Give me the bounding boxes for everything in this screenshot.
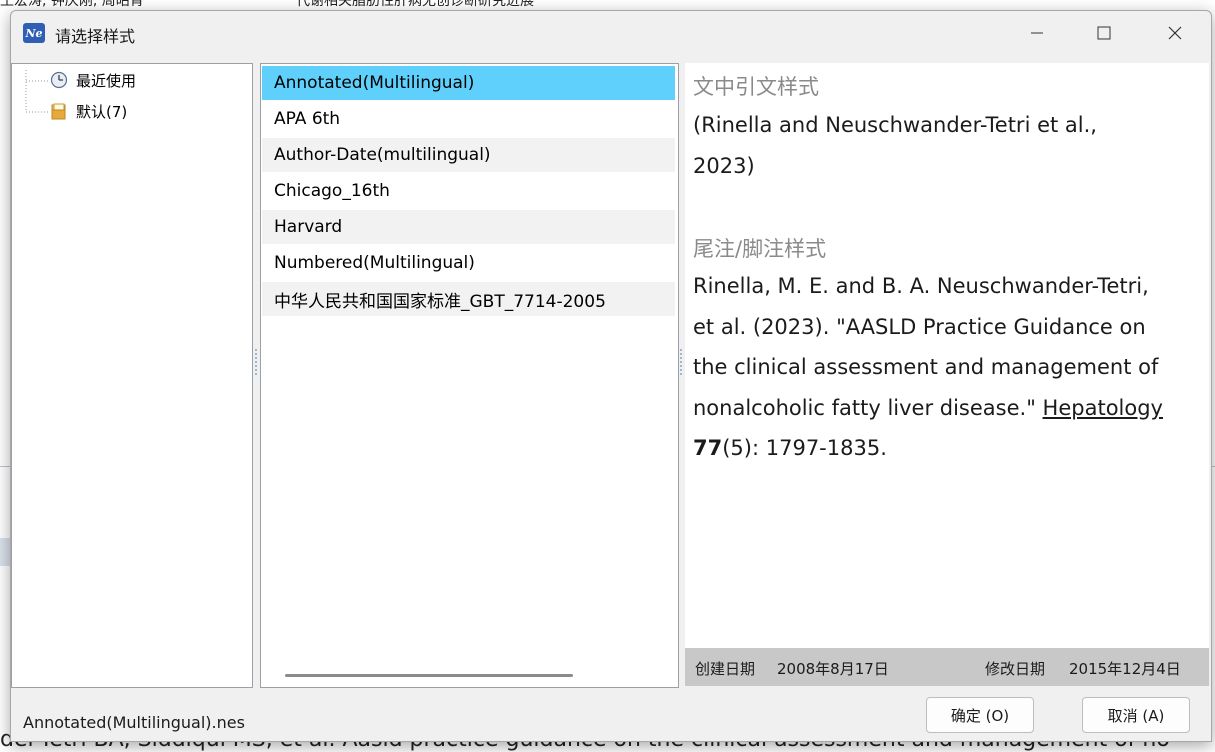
close-icon [1168, 26, 1182, 40]
list-item[interactable]: Author-Date(multilingual) [262, 138, 675, 172]
app-icon: Ne [23, 23, 45, 43]
tree-item-label: 默认(7) [76, 102, 128, 121]
created-date-value: 2008年8月17日 [777, 660, 889, 678]
citation-style-heading: 文中引文样式 [693, 75, 819, 99]
background-top-right-text: 代谢相关脂肪性肝病无创诊断研究进展 [296, 0, 534, 9]
splitter-right[interactable] [680, 349, 684, 375]
tree-connector-lines [25, 70, 50, 113]
list-item[interactable]: 中华人民共和国国家标准_GBT_7714-2005 [262, 282, 675, 316]
ok-button[interactable]: 确定 (O) [926, 697, 1034, 733]
style-category-tree[interactable]: 最近使用 默认(7) [11, 63, 253, 688]
citation-line: (Rinella and Neuschwander-Tetri et al., [693, 113, 1097, 137]
title-bar: Ne 请选择样式 [11, 11, 1211, 55]
reference-line: nonalcoholic fatty liver disease." Hepat… [693, 388, 1203, 429]
preview-date-bar: 创建日期 2008年8月17日 修改日期 2015年12月4日 [685, 648, 1209, 686]
list-item[interactable]: Numbered(Multilingual) [262, 246, 675, 280]
select-style-dialog: Ne 请选择样式 最近使用 默认(7) Annotated(Multilingu… [10, 10, 1212, 742]
list-item[interactable]: Annotated(Multilingual) [262, 66, 675, 100]
maximize-icon [1097, 26, 1111, 40]
background-top-left-text: 王宏涛, 钟庆刚, 周昭宵 [0, 0, 144, 9]
folder-icon [51, 103, 66, 120]
citation-line: 2023) [693, 153, 755, 178]
modified-date-label: 修改日期 [985, 660, 1046, 678]
list-item[interactable]: APA 6th [262, 102, 675, 136]
reference-text: (5): 1797-1835. [722, 436, 887, 460]
list-item[interactable]: Harvard [262, 210, 675, 244]
created-date-label: 创建日期 [695, 660, 756, 678]
reference-line: 77(5): 1797-1835. [693, 428, 1203, 469]
tree-item-recent[interactable]: 最近使用 [50, 68, 136, 92]
footnote-style-heading: 尾注/脚注样式 [693, 237, 827, 261]
close-button[interactable] [1153, 17, 1197, 49]
minimize-button[interactable] [1015, 17, 1059, 49]
style-list[interactable]: Annotated(Multilingual) APA 6th Author-D… [260, 63, 679, 688]
dialog-title: 请选择样式 [55, 27, 136, 46]
minimize-icon [1031, 32, 1043, 34]
reference-line: the clinical assessment and management o… [693, 355, 1159, 379]
tree-item-default[interactable]: 默认(7) [50, 99, 127, 123]
style-preview: 文中引文样式 (Rinella and Neuschwander-Tetri e… [685, 63, 1209, 686]
maximize-button[interactable] [1082, 17, 1126, 49]
reference-preview-text: Rinella, M. E. and B. A. Neuschwander-Te… [693, 266, 1203, 469]
reference-line: Rinella, M. E. and B. A. Neuschwander-Te… [693, 274, 1149, 298]
journal-name: Hepatology [1042, 395, 1163, 420]
modified-date-value: 2015年12月4日 [1069, 660, 1181, 678]
splitter-left[interactable] [255, 349, 259, 375]
reference-line: et al. (2023). "AASLD Practice Guidance … [693, 314, 1146, 339]
reference-text: nonalcoholic fatty liver disease." [693, 395, 1043, 420]
horizontal-scrollbar[interactable] [285, 674, 573, 677]
list-item[interactable]: Chicago_16th [262, 174, 675, 208]
tree-item-label: 最近使用 [76, 71, 137, 90]
clock-icon [50, 71, 68, 89]
citation-preview-text: (Rinella and Neuschwander-Tetri et al., … [693, 105, 1203, 186]
volume-number: 77 [693, 436, 723, 460]
selected-style-filename: Annotated(Multilingual).nes [23, 713, 245, 732]
cancel-button[interactable]: 取消 (A) [1082, 697, 1190, 733]
